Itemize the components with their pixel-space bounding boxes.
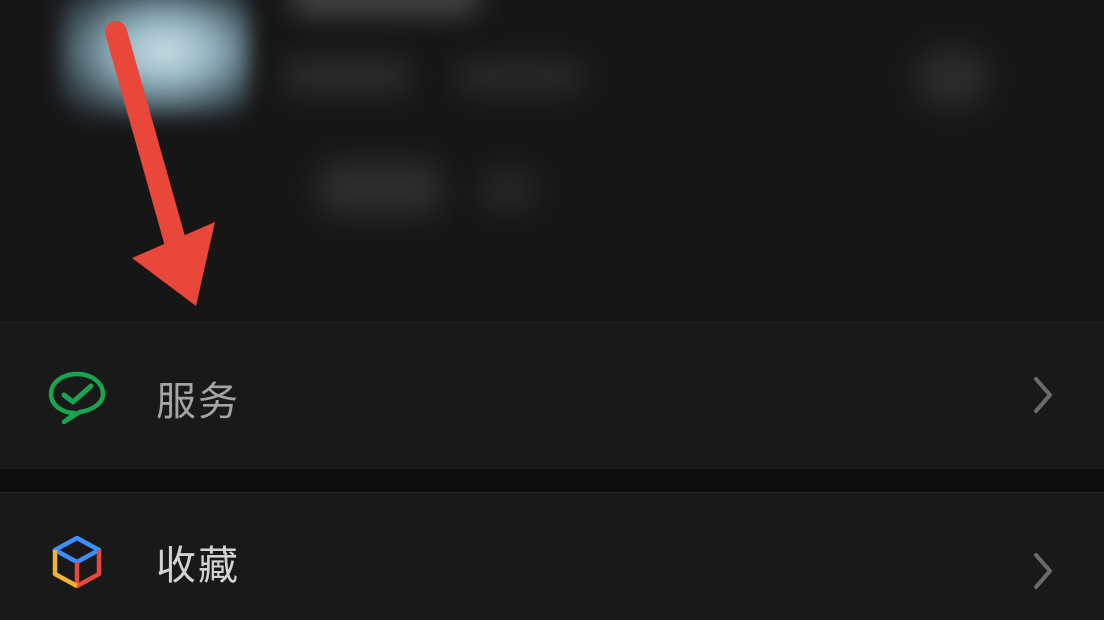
menu-item-services[interactable]: 服务 bbox=[0, 322, 1104, 470]
qr-code-icon[interactable] bbox=[915, 48, 990, 108]
chevron-right-icon bbox=[1028, 549, 1058, 593]
status-button-blurred[interactable] bbox=[315, 160, 445, 216]
profile-id-blurred bbox=[282, 58, 412, 94]
status-extra-blurred[interactable] bbox=[478, 168, 538, 212]
menu-item-label: 服务 bbox=[156, 379, 240, 425]
section-divider bbox=[0, 469, 1104, 491]
favorites-cube-icon bbox=[46, 531, 108, 593]
profile-name-blurred bbox=[290, 0, 480, 14]
menu-item-favorites[interactable]: 收藏 bbox=[0, 492, 1104, 620]
avatar[interactable] bbox=[60, 0, 250, 116]
wechat-pay-icon bbox=[46, 365, 108, 427]
profile-header[interactable] bbox=[0, 0, 1104, 322]
wechat-me-page: 服务 收藏 bbox=[0, 0, 1104, 620]
chevron-right-icon bbox=[1028, 373, 1058, 417]
menu-item-label: 收藏 bbox=[156, 543, 240, 589]
profile-id-value-blurred bbox=[455, 60, 585, 94]
